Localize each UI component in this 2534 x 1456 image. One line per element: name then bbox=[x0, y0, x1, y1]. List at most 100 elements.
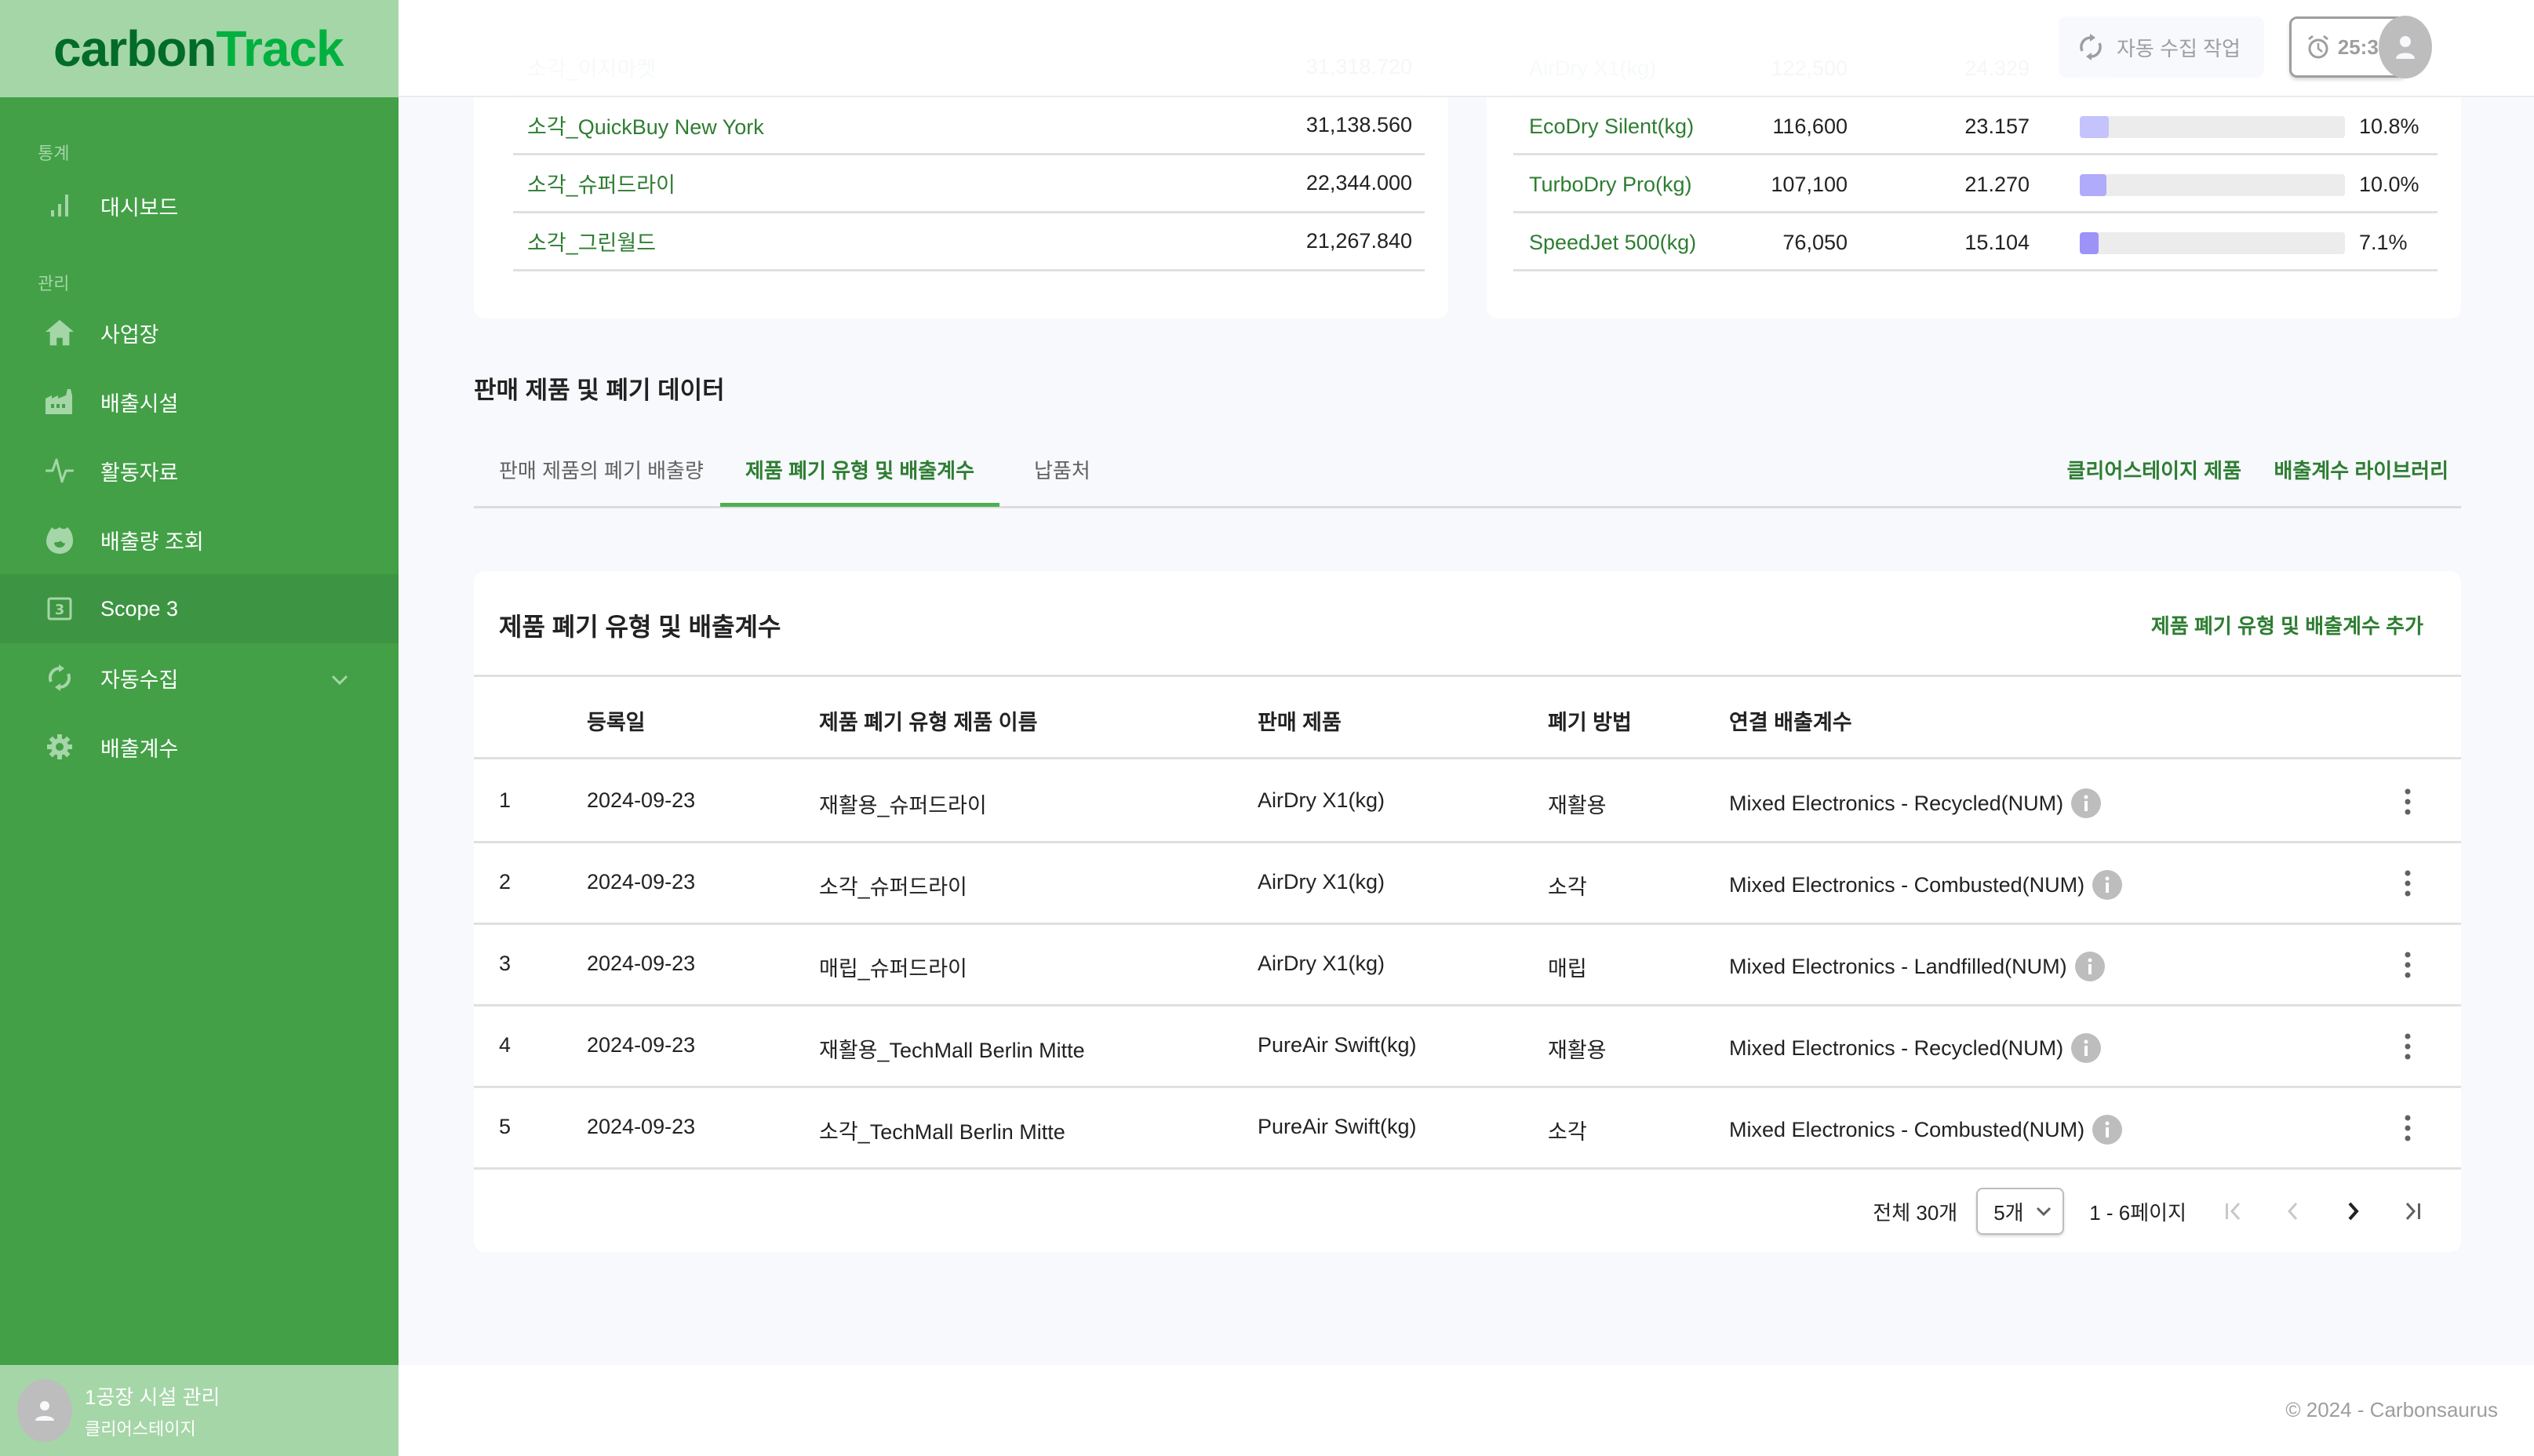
chevron-left-icon bbox=[2287, 1202, 2298, 1221]
chevron-down-icon[interactable] bbox=[331, 667, 348, 691]
more-vertical-icon[interactable] bbox=[2405, 1033, 2411, 1065]
svg-text:3: 3 bbox=[55, 602, 65, 618]
user-name: 1공장 시설 관리 bbox=[85, 1385, 220, 1409]
factory-icon bbox=[44, 386, 75, 417]
alarm-clock-icon bbox=[2307, 35, 2328, 59]
column-header-method[interactable]: 폐기 방법 bbox=[1548, 705, 1632, 736]
tab-waste-types[interactable]: 제품 폐기 유형 및 배출계수 bbox=[720, 455, 1000, 507]
user-profile[interactable]: 1공장 시설 관리 클리어스테이지 bbox=[0, 1365, 399, 1456]
bar-chart-icon bbox=[44, 190, 75, 221]
sidebar-item-label: 배출시설 bbox=[100, 391, 179, 416]
section-title: 판매 제품 및 폐기 데이터 bbox=[474, 377, 725, 404]
total-count: 전체 30개 bbox=[1873, 1200, 1958, 1225]
info-icon[interactable] bbox=[2092, 1115, 2123, 1145]
clearstage-products-link[interactable]: 클리어스테이지 제품 bbox=[2066, 455, 2241, 484]
table-header: 등록일 제품 폐기 유형 제품 이름 판매 제품 폐기 방법 연결 배출계수 bbox=[474, 675, 2461, 759]
scope3-icon: 3 bbox=[44, 593, 75, 624]
sidebar-item-label: 활동자료 bbox=[100, 460, 179, 485]
user-icon bbox=[35, 1401, 54, 1421]
more-vertical-icon[interactable] bbox=[2405, 952, 2411, 984]
emission-factor-library-link[interactable]: 배출계수 라이브러리 bbox=[2274, 455, 2448, 484]
progress-fill bbox=[2080, 174, 2106, 196]
next-page-button[interactable] bbox=[2323, 1188, 2383, 1235]
top-header: 자동 수집 작업 25:38 bbox=[399, 0, 2534, 97]
chevron-right-icon bbox=[2348, 1202, 2359, 1221]
more-vertical-icon[interactable] bbox=[2405, 788, 2411, 821]
avatar bbox=[17, 1379, 72, 1442]
gear-icon bbox=[44, 731, 75, 763]
tab-waste-emissions[interactable]: 판매 제품의 폐기 배출량 bbox=[499, 455, 704, 507]
tab-bar: 판매 제품의 폐기 배출량 제품 폐기 유형 및 배출계수 납품처 클리어스테이… bbox=[474, 438, 2461, 508]
table-row[interactable]: 2 2024-09-23 소각_슈퍼드라이 AirDry X1(kg) 소각 M… bbox=[474, 843, 2461, 925]
sidebar-item-scope3[interactable]: 3 Scope 3 bbox=[0, 574, 399, 643]
list-item[interactable]: TurboDry Pro(kg) 107,100 21.270 10.0% bbox=[1513, 155, 2438, 213]
fire-icon bbox=[44, 524, 75, 555]
tab-suppliers[interactable]: 납품처 bbox=[1034, 455, 1090, 507]
sidebar-item-dashboard[interactable]: 대시보드 bbox=[0, 171, 399, 240]
list-item[interactable]: 소각_슈퍼드라이 22,344.000 bbox=[513, 155, 1425, 213]
sidebar-item-label: 배출량 조회 bbox=[100, 530, 204, 554]
list-item[interactable]: SpeedJet 500(kg) 76,050 15.104 7.1% bbox=[1513, 213, 2438, 271]
sidebar-item-auto-collect[interactable]: 자동수집 bbox=[0, 643, 399, 712]
more-vertical-icon[interactable] bbox=[2405, 1115, 2411, 1147]
table-title: 제품 폐기 유형 및 배출계수 bbox=[499, 613, 781, 641]
sidebar-item-label: 대시보드 bbox=[100, 195, 179, 220]
table-row[interactable]: 3 2024-09-23 매립_슈퍼드라이 AirDry X1(kg) 매립 M… bbox=[474, 925, 2461, 1006]
list-item[interactable]: 소각_QuickBuy New York 31,138.560 bbox=[513, 97, 1425, 155]
waste-type-table-card: 제품 폐기 유형 및 배출계수 제품 폐기 유형 및 배출계수 추가 등록일 제… bbox=[474, 571, 2461, 1252]
table-row[interactable]: 4 2024-09-23 재활용_TechMall Berlin Mitte P… bbox=[474, 1006, 2461, 1088]
prev-page-button[interactable] bbox=[2263, 1188, 2323, 1235]
sidebar: carbonTrack 통계 대시보드 관리 사업장 배출시설 활동자료 배출량… bbox=[0, 0, 399, 1456]
column-header-factor[interactable]: 연결 배출계수 bbox=[1729, 705, 1852, 736]
progress-bar bbox=[2080, 174, 2345, 196]
progress-bar bbox=[2080, 116, 2345, 138]
user-org: 클리어스테이지 bbox=[85, 1418, 196, 1439]
info-icon[interactable] bbox=[2071, 788, 2102, 818]
info-icon[interactable] bbox=[2071, 1033, 2102, 1063]
logo-band: carbonTrack bbox=[0, 0, 399, 97]
last-page-button[interactable] bbox=[2383, 1188, 2442, 1235]
auto-collect-label: 자동 수집 작업 bbox=[2117, 36, 2241, 60]
activity-icon bbox=[44, 455, 75, 486]
info-icon[interactable] bbox=[2074, 952, 2105, 981]
sidebar-section-stats: 통계 bbox=[38, 144, 70, 163]
profile-avatar[interactable] bbox=[2379, 16, 2432, 78]
first-page-icon bbox=[2226, 1202, 2241, 1221]
sidebar-item-sites[interactable]: 사업장 bbox=[0, 298, 399, 367]
chevron-down-icon bbox=[2037, 1207, 2052, 1216]
sync-icon bbox=[44, 662, 75, 693]
sidebar-item-facilities[interactable]: 배출시설 bbox=[0, 367, 399, 436]
info-icon[interactable] bbox=[2092, 870, 2123, 900]
list-item[interactable]: EcoDry Silent(kg) 116,600 23.157 10.8% bbox=[1513, 97, 2438, 155]
copyright: © 2024 - Carbonsaurus bbox=[2285, 1398, 2498, 1421]
sidebar-item-emission-factors[interactable]: 배출계수 bbox=[0, 712, 399, 781]
sync-icon bbox=[2080, 34, 2102, 60]
more-vertical-icon[interactable] bbox=[2405, 870, 2411, 902]
column-header-product[interactable]: 판매 제품 bbox=[1258, 705, 1342, 736]
sidebar-item-label: 배출계수 bbox=[100, 737, 179, 761]
user-icon bbox=[2396, 36, 2415, 59]
progress-fill bbox=[2080, 116, 2109, 138]
last-page-icon bbox=[2405, 1202, 2420, 1221]
sidebar-item-emissions[interactable]: 배출량 조회 bbox=[0, 505, 399, 574]
pagination: 전체 30개 5개 1 - 6페이지 bbox=[1873, 1170, 2461, 1252]
list-item[interactable]: 소각_그린월드 21,267.840 bbox=[513, 213, 1425, 271]
add-waste-type-button[interactable]: 제품 폐기 유형 및 배출계수 추가 bbox=[2151, 610, 2423, 639]
column-header-date[interactable]: 등록일 bbox=[587, 705, 646, 736]
table-row[interactable]: 5 2024-09-23 소각_TechMall Berlin Mitte Pu… bbox=[474, 1088, 2461, 1170]
page-size-select[interactable]: 5개 bbox=[1976, 1188, 2065, 1235]
column-header-name[interactable]: 제품 폐기 유형 제품 이름 bbox=[819, 705, 1037, 736]
table-row[interactable]: 1 2024-09-23 재활용_슈퍼드라이 AirDry X1(kg) 재활용… bbox=[474, 762, 2461, 843]
sidebar-item-label: 자동수집 bbox=[100, 668, 179, 692]
sidebar-item-activity[interactable]: 활동자료 bbox=[0, 436, 399, 505]
first-page-button[interactable] bbox=[2204, 1188, 2263, 1235]
home-icon bbox=[44, 317, 75, 348]
auto-collect-button[interactable]: 자동 수집 작업 bbox=[2059, 16, 2264, 78]
footer: © 2024 - Carbonsaurus bbox=[399, 1365, 2534, 1456]
progress-bar bbox=[2080, 232, 2345, 254]
logo[interactable]: carbonTrack bbox=[53, 20, 344, 78]
progress-fill bbox=[2080, 232, 2099, 254]
sidebar-item-label: Scope 3 bbox=[100, 596, 179, 621]
sidebar-section-manage: 관리 bbox=[38, 274, 70, 293]
page-range: 1 - 6페이지 bbox=[2089, 1200, 2186, 1225]
